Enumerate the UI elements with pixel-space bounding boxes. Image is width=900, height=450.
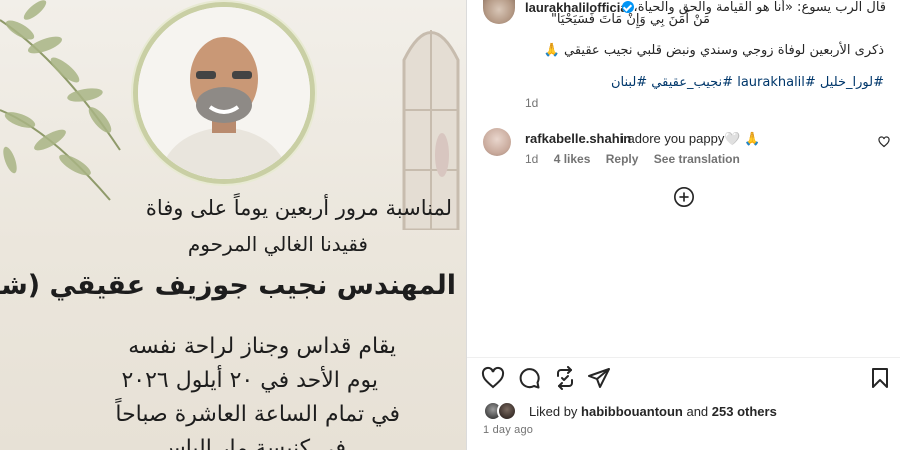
likes-prefix: Liked by [529, 404, 582, 419]
heart-icon[interactable] [481, 366, 505, 390]
announcement-line-5: يوم الأحد في ٢٠ أيلول ٢٠٢٦ [121, 368, 378, 393]
comments-panel: laurakhalilofficial قال الرب يسوع: «أنا … [467, 0, 900, 450]
load-more-comments-plus-icon[interactable] [673, 186, 695, 208]
likes-text[interactable]: Liked by habibbouantoun and 253 others [529, 404, 777, 419]
post-action-bar [467, 366, 900, 392]
likes-connector: and [682, 404, 712, 419]
comment-icon[interactable] [517, 366, 541, 390]
announcement-line-4: يقام قداس وجناز لراحة نفسه [128, 334, 396, 359]
comment-text: i adore you pappy🤍 🙏 [621, 131, 761, 146]
caption-line-2: مَنْ آمَنَ بِي وَإِنْ مَاتَ فَسَيَحْيَا" [550, 12, 710, 27]
likes-summary[interactable]: Liked by habibbouantoun and 253 others [483, 401, 883, 421]
author-avatar[interactable] [483, 0, 515, 24]
share-icon[interactable] [587, 366, 611, 390]
caption-line-3: ذكرى الأربعين لوفاة زوجي وسندي ونبض قلبي… [543, 43, 884, 58]
commenter-avatar[interactable] [483, 128, 511, 156]
announcement-line-7: في كنيسة مار الياس [158, 436, 346, 450]
comment-username[interactable]: rafkabelle.shahin [525, 131, 631, 146]
caption-hashtags[interactable]: #لورا_خليل #laurakhalil #نجيب_عقيقي #لبن… [611, 75, 884, 90]
repost-icon[interactable] [553, 366, 577, 390]
liker-avatar [497, 401, 517, 421]
comment-like-heart-icon[interactable] [878, 136, 890, 148]
post-timestamp[interactable]: 1 day ago [483, 424, 533, 436]
announcement-line-2: فقيدنا الغالي المرحوم [187, 232, 368, 256]
bookmark-icon[interactable] [868, 366, 892, 390]
announcement-line-1: لمناسبة مرور أربعين يوماً على وفاة [145, 196, 452, 220]
memorial-portrait [133, 2, 315, 184]
comment-reply-button[interactable]: Reply [606, 152, 639, 166]
comment-timestamp[interactable]: 1d [525, 152, 538, 166]
liker-username[interactable]: habibbouantoun [581, 404, 683, 419]
likes-others-count[interactable]: 253 others [712, 404, 777, 419]
announcement-line-6: في تمام الساعة العاشرة صباحاً [115, 402, 400, 427]
action-bar-divider [467, 357, 900, 358]
caption-timestamp[interactable]: 1d [525, 96, 538, 110]
comment-likes-count[interactable]: 4 likes [554, 152, 591, 166]
post-image[interactable]: لمناسبة مرور أربعين يوماً على وفاة فقيدن… [0, 0, 466, 450]
announcement-deceased-name: المهندس نجيب جوزيف عقيقي (شاهين) [0, 270, 456, 301]
see-translation-link[interactable]: See translation [654, 152, 740, 166]
comment-meta: 1d 4 likes Reply See translation [525, 152, 752, 166]
